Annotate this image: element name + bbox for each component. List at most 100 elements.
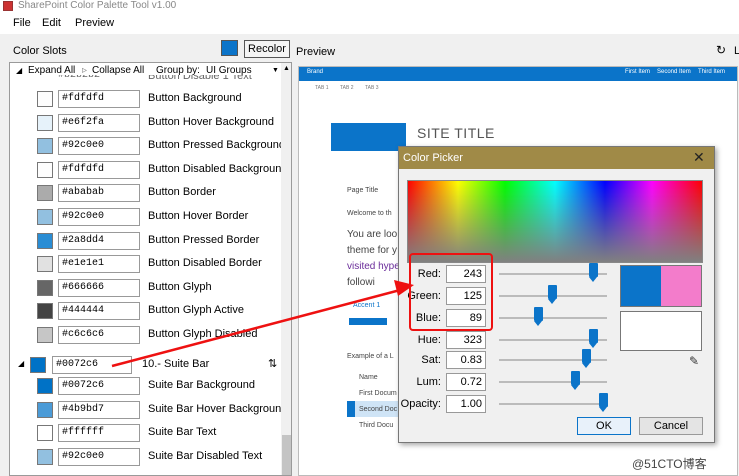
collapse-arrow-icon[interactable]: ◢	[16, 66, 22, 75]
slot-row[interactable]: #444444 Button Glyph Active	[10, 300, 281, 323]
picker-field-label: Lum:	[416, 376, 441, 388]
preview-brand: Brand	[307, 69, 324, 75]
color-swatch[interactable]	[37, 256, 53, 273]
hex-input[interactable]: #ababab	[58, 184, 140, 203]
picker-field-input[interactable]: 1.00	[446, 395, 486, 413]
color-swatch[interactable]	[37, 327, 53, 343]
color-swatch[interactable]	[37, 448, 53, 465]
color-swatch[interactable]	[30, 357, 46, 373]
color-swatch[interactable]	[37, 114, 53, 131]
slot-row[interactable]: #ababab Button Border	[10, 182, 281, 205]
sort-icon[interactable]: ⇅	[268, 357, 277, 370]
slot-row[interactable]: #e6f2fa Button Hover Background	[10, 112, 281, 135]
menu-edit[interactable]: Edit	[42, 17, 61, 29]
picker-slider-thumb[interactable]	[589, 329, 598, 348]
refresh-icon[interactable]: ↻	[716, 43, 726, 57]
picker-slider-track[interactable]	[499, 403, 607, 405]
eyedropper-icon[interactable]: ✎	[689, 354, 699, 368]
hex-input[interactable]: #0072c6	[58, 377, 140, 395]
color-swatch[interactable]	[37, 303, 53, 320]
slot-row[interactable]: #92c0e0 Suite Bar Disabled Text	[10, 446, 281, 469]
slot-row[interactable]: #fdfdfd Button Background	[10, 88, 281, 111]
color-swatch[interactable]	[37, 138, 53, 155]
close-icon[interactable]: ✕	[693, 149, 705, 166]
slot-row[interactable]: #4b9bd7 Suite Bar Hover Background	[10, 399, 287, 422]
slot-row[interactable]: #c6c6c6 Button Glyph Disabled	[10, 324, 281, 347]
preview-accent-bar	[349, 318, 387, 325]
picker-field-label: Opacity:	[400, 398, 441, 410]
hex-input[interactable]: #e1e1e1	[58, 255, 140, 274]
hex-input[interactable]: #2a8dd4	[58, 231, 140, 250]
color-picker-titlebar: Color Picker ✕	[399, 147, 714, 169]
hex-input[interactable]: #92c0e0	[58, 208, 140, 226]
color-swatch[interactable]	[37, 185, 53, 202]
hex-input[interactable]: #fdfdfd	[58, 160, 140, 179]
slot-row[interactable]: #92c0e0 Button Pressed Background	[10, 135, 285, 158]
hex-input[interactable]: #444444	[58, 302, 140, 321]
preview-welcome: Welcome to th	[347, 210, 392, 217]
hex-input[interactable]: #92c0e0	[58, 137, 140, 156]
preview-accent-label: Accent 1	[353, 302, 381, 309]
menu-preview[interactable]: Preview	[75, 17, 114, 29]
slot-row[interactable]: #0072c6 Suite Bar Background	[10, 375, 281, 398]
picker-slider-thumb[interactable]	[589, 263, 598, 282]
preview-tab-1: TAB 1	[315, 85, 329, 91]
cancel-button[interactable]: Cancel	[639, 417, 703, 435]
recolor-button[interactable]: Recolor	[244, 40, 290, 58]
preview-suite-link-1: First Item	[625, 69, 650, 75]
picker-field-input[interactable]: 0.83	[446, 351, 486, 369]
slot-row[interactable]: #2a8dd4 Button Pressed Border	[10, 230, 281, 253]
group-toggle-icon[interactable]: ◢	[18, 359, 24, 368]
picker-slider-thumb[interactable]	[548, 285, 557, 304]
picker-slider-track[interactable]	[499, 381, 607, 383]
scrollbar[interactable]: ▲	[281, 63, 291, 475]
dropdown-arrow-icon[interactable]: ▼	[272, 67, 279, 74]
slot-group-header[interactable]: ◢ #0072c6 10.- Suite Bar ⇅	[10, 354, 281, 377]
color-swatch[interactable]	[37, 232, 53, 249]
picker-field-input[interactable]: 323	[446, 331, 486, 349]
hex-input[interactable]: #4b9bd7	[58, 400, 140, 419]
preview-selection-marker	[347, 401, 355, 417]
hex-input[interactable]: #ffffff	[58, 424, 140, 443]
color-swatch[interactable]	[37, 209, 53, 225]
hex-input[interactable]: #0072c6	[52, 356, 132, 374]
color-swatch[interactable]	[37, 401, 53, 418]
preview-option-label[interactable]: L	[734, 45, 739, 57]
color-swatch[interactable]	[37, 161, 53, 178]
slot-row[interactable]: #666666 Button Glyph	[10, 277, 281, 300]
picker-slider-track[interactable]	[499, 317, 607, 319]
preview-list-item-3: Third Docu	[359, 422, 394, 429]
hex-input[interactable]: #666666	[58, 278, 140, 297]
color-swatch[interactable]	[37, 279, 53, 296]
slot-row[interactable]: #e1e1e1 Button Disabled Border	[10, 253, 281, 276]
slot-row[interactable]: #fdfdfd Button Disabled Background	[10, 159, 287, 182]
slot-row[interactable]: #92c0e0 Button Hover Border	[10, 206, 281, 229]
swatch-frame	[620, 265, 702, 307]
color-swatch[interactable]	[37, 91, 53, 107]
hex-input[interactable]: #c6c6c6	[58, 326, 140, 344]
picker-slider-thumb[interactable]	[571, 371, 580, 390]
hex-input[interactable]: #92c0e0	[58, 447, 140, 466]
hex-input[interactable]: #fdfdfd	[58, 90, 140, 108]
picker-field-input[interactable]: 0.72	[446, 373, 486, 391]
slot-row[interactable]: #ffffff Suite Bar Text	[10, 422, 281, 445]
scroll-thumb[interactable]	[282, 435, 291, 475]
slot-label: Button Border	[148, 186, 216, 199]
menu-file[interactable]: File	[13, 17, 31, 29]
slot-label: Button Pressed Border	[148, 233, 260, 246]
hex-input[interactable]: #e6f2fa	[58, 113, 140, 132]
current-color-swatch[interactable]	[221, 40, 238, 56]
picker-slider-thumb[interactable]	[599, 393, 608, 412]
preview-tab-3: TAB 3	[365, 85, 379, 91]
picker-slider-thumb[interactable]	[582, 349, 591, 368]
ok-button[interactable]: OK	[577, 417, 631, 435]
preview-example: Example of a L	[347, 353, 394, 360]
color-spectrum[interactable]	[407, 180, 703, 263]
color-swatch[interactable]	[37, 378, 53, 394]
slot-label: Suite Bar Hover Background	[148, 402, 288, 415]
preview-suite-link-2: Second Item	[657, 69, 691, 75]
color-swatch[interactable]	[37, 425, 53, 442]
picker-slider-thumb[interactable]	[534, 307, 543, 326]
slot-label: 10.- Suite Bar	[142, 358, 210, 370]
scroll-up-icon[interactable]: ▲	[283, 65, 290, 72]
